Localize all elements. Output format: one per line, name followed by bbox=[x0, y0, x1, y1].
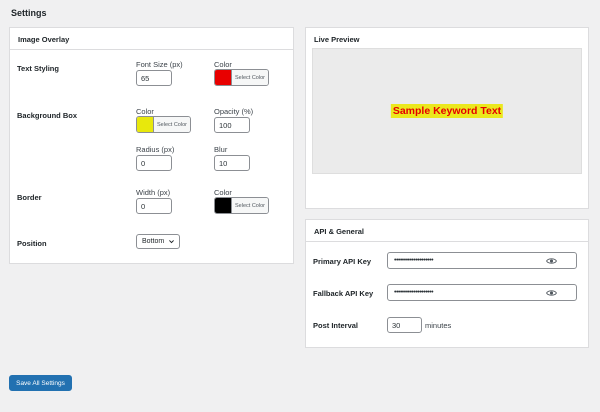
chevron-down-icon bbox=[169, 240, 174, 244]
radius-label: Radius (px) bbox=[136, 145, 175, 154]
border-color-select-button[interactable]: Select Color bbox=[231, 198, 268, 213]
api-general-panel: API & General Primary API Key ••••••••••… bbox=[305, 219, 589, 348]
page-title: Settings bbox=[11, 8, 47, 18]
sample-keyword-text: Sample Keyword Text bbox=[390, 104, 504, 118]
opacity-label: Opacity (%) bbox=[214, 107, 254, 116]
border-color-picker[interactable]: Select Color bbox=[214, 197, 269, 214]
text-styling-label: Text Styling bbox=[17, 64, 59, 73]
api-general-title: API & General bbox=[314, 227, 365, 236]
position-label: Position bbox=[17, 239, 47, 248]
border-color-swatch bbox=[215, 198, 231, 213]
bg-color-swatch bbox=[137, 117, 153, 132]
opacity-input[interactable] bbox=[214, 117, 250, 133]
live-preview-title: Live Preview bbox=[314, 35, 360, 44]
text-color-picker[interactable]: Select Color bbox=[214, 69, 269, 86]
eye-icon[interactable] bbox=[546, 289, 557, 297]
post-interval-input[interactable] bbox=[387, 317, 422, 333]
font-size-input[interactable] bbox=[136, 70, 172, 86]
text-color-select-button[interactable]: Select Color bbox=[231, 70, 268, 85]
fallback-api-key-value: •••••••••••••••••••• bbox=[394, 289, 434, 296]
live-preview-panel: Live Preview Sample Keyword Text bbox=[305, 27, 589, 209]
panel-divider bbox=[10, 49, 293, 50]
eye-icon[interactable] bbox=[546, 257, 557, 265]
blur-label: Blur bbox=[214, 145, 228, 154]
position-select[interactable]: Bottom bbox=[136, 234, 180, 249]
blur-input[interactable] bbox=[214, 155, 250, 171]
image-overlay-title: Image Overlay bbox=[18, 35, 70, 44]
fallback-api-key-label: Fallback API Key bbox=[313, 289, 374, 298]
border-label: Border bbox=[17, 193, 42, 202]
border-color-label: Color bbox=[214, 188, 232, 197]
radius-input[interactable] bbox=[136, 155, 172, 171]
text-color-label: Color bbox=[214, 60, 232, 69]
border-width-input[interactable] bbox=[136, 198, 172, 214]
post-interval-unit: minutes bbox=[425, 321, 452, 330]
font-size-label: Font Size (px) bbox=[136, 60, 183, 69]
text-color-swatch bbox=[215, 70, 231, 85]
primary-api-key-value: •••••••••••••••••••• bbox=[394, 257, 434, 264]
panel-divider bbox=[306, 241, 588, 242]
image-overlay-panel: Image Overlay Text Styling Font Size (px… bbox=[9, 27, 294, 264]
position-selected-value: Bottom bbox=[142, 238, 165, 245]
border-width-label: Width (px) bbox=[136, 188, 171, 197]
bg-color-select-button[interactable]: Select Color bbox=[153, 117, 190, 132]
fallback-api-key-input[interactable]: •••••••••••••••••••• bbox=[387, 284, 577, 301]
bg-color-picker[interactable]: Select Color bbox=[136, 116, 191, 133]
post-interval-label: Post Interval bbox=[313, 321, 359, 330]
preview-canvas: Sample Keyword Text bbox=[312, 48, 582, 174]
save-all-settings-button[interactable]: Save All Settings bbox=[9, 375, 72, 391]
bg-color-label: Color bbox=[136, 107, 154, 116]
primary-api-key-label: Primary API Key bbox=[313, 257, 372, 266]
background-box-label: Background Box bbox=[17, 111, 78, 120]
primary-api-key-input[interactable]: •••••••••••••••••••• bbox=[387, 252, 577, 269]
